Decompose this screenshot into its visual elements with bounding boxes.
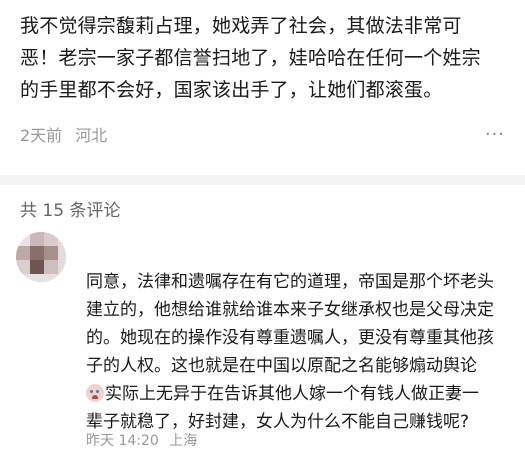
reply-text-line: 实际上无异于在告诉其他人嫁一个有钱人做正妻一	[105, 384, 479, 404]
post-text-line: 我不觉得宗馥莉占理，她戏弄了社会，其做法非常可	[20, 15, 462, 37]
reply-text: 同意，法律和遗嘱存在有它的道理，帝国是那个坏老头 建立的，他想给谁就给谁本来子女…	[86, 268, 511, 436]
reply-text-line: 同意，法律和遗嘱存在有它的道理，帝国是那个坏老头	[86, 272, 494, 292]
avatar[interactable]	[16, 232, 66, 282]
reply-location: 上海	[169, 433, 198, 449]
reply-text-line: 的。她现在的操作没有尊重遗嘱人，更没有尊重其他孩	[86, 328, 494, 348]
post-text-line: 恶！老宗一家子都信誉扫地了，娃哈哈在任何一个姓宗	[20, 47, 481, 69]
post-text-line: 的手里都不会好，国家该出手了，让她们都滚蛋。	[20, 79, 443, 101]
section-divider	[0, 175, 525, 185]
reply-text-line-with-emoji: 实际上无异于在告诉其他人嫁一个有钱人做正妻一	[86, 380, 511, 408]
post-time: 2天前	[20, 126, 63, 145]
reply-text-line: 建立的，他想给谁就给谁本来子女继承权也是父母决定	[86, 300, 494, 320]
reply-time: 昨天 14:20	[86, 433, 159, 449]
post-text: 我不觉得宗馥莉占理，她戏弄了社会，其做法非常可 恶！老宗一家子都信誉扫地了，娃哈…	[20, 10, 510, 106]
crying-face-icon	[86, 384, 104, 402]
more-options-button[interactable]: ···	[485, 124, 505, 145]
reply-meta: 昨天 14:20 上海	[86, 430, 203, 450]
post: 我不觉得宗馥莉占理，她戏弄了社会，其做法非常可 恶！老宗一家子都信誉扫地了，娃哈…	[0, 0, 525, 175]
comments-count-header: 共 15 条评论	[20, 201, 121, 221]
post-meta: 2天前 河北	[20, 122, 115, 146]
post-location: 河北	[75, 126, 108, 145]
reply-text-line: 子的人权。这也就是在中国以原配之名能够煽动舆论	[86, 356, 477, 376]
